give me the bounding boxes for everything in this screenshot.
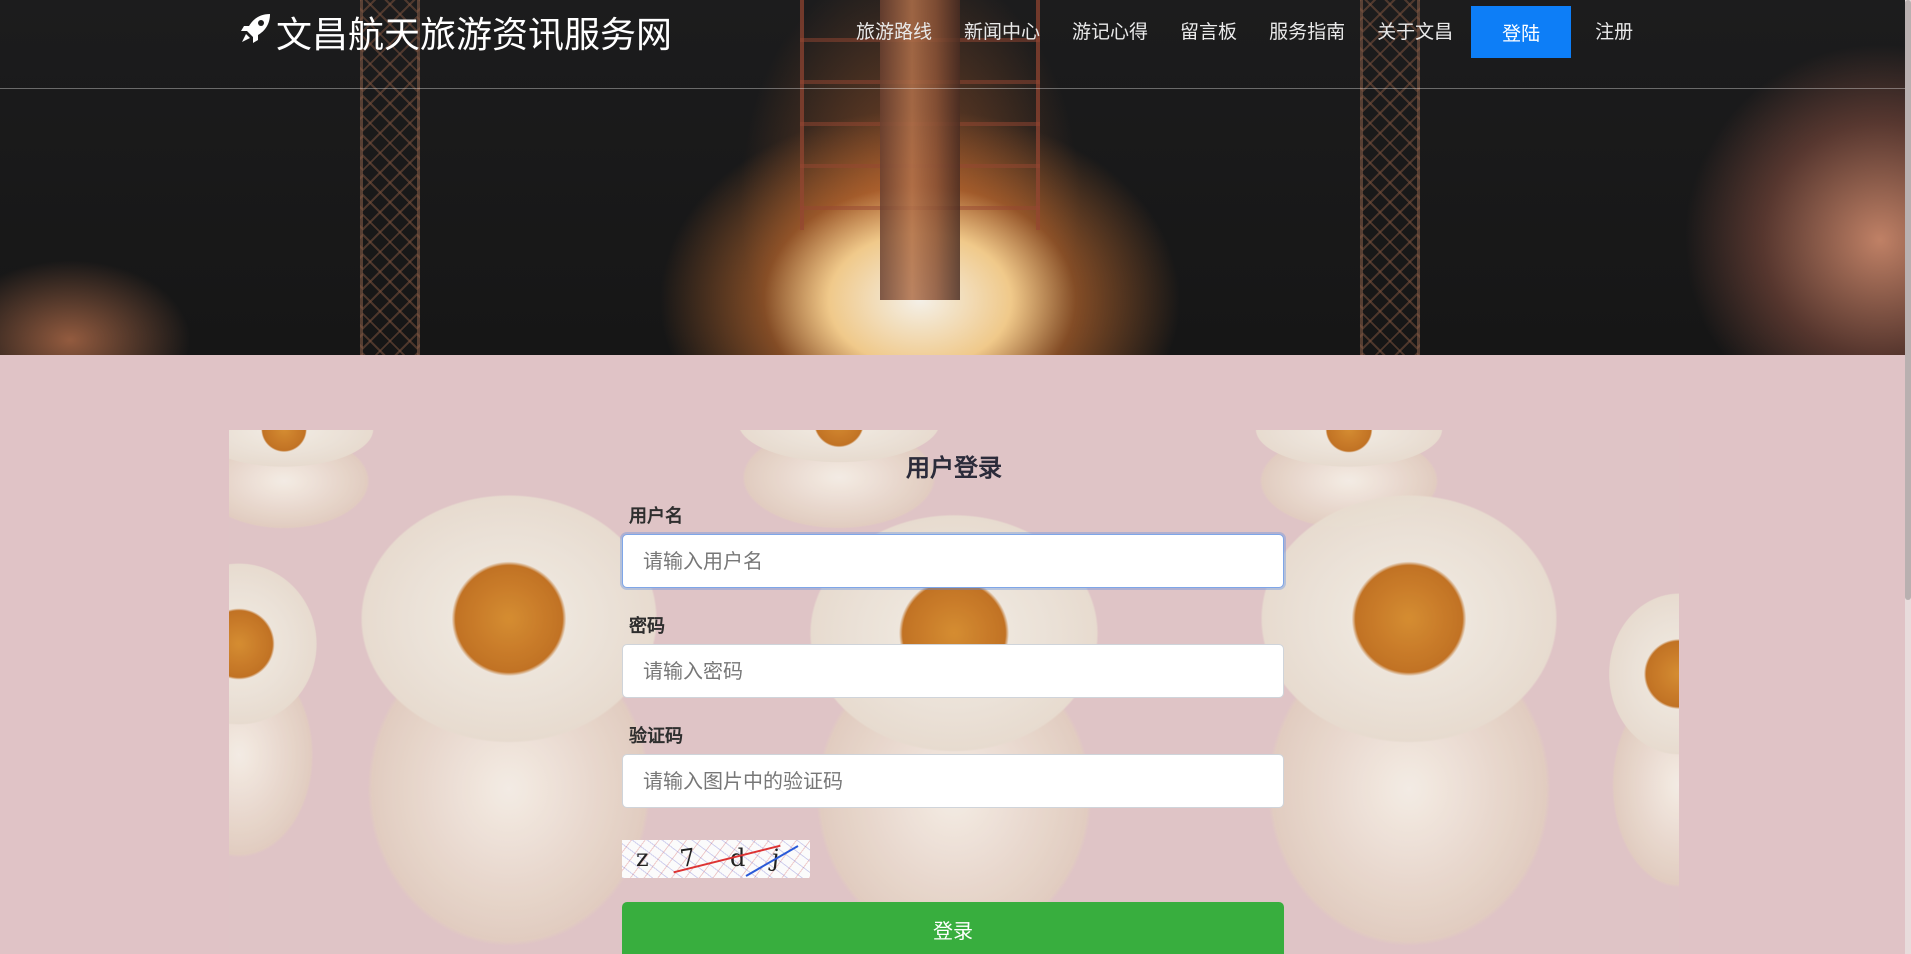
- login-title: 用户登录: [906, 454, 1002, 482]
- nav-item-message-board[interactable]: 留言板: [1164, 6, 1253, 58]
- astronaut-image: [229, 560, 339, 860]
- captcha-image[interactable]: z 7 d j: [622, 840, 810, 878]
- page-scrollbar[interactable]: [1905, 0, 1911, 954]
- username-label: 用户名: [629, 506, 683, 527]
- site-title: 文昌航天旅游资讯服务网: [276, 15, 673, 56]
- nav-login-button[interactable]: 登陆: [1471, 6, 1572, 58]
- login-submit-button[interactable]: 登录: [622, 902, 1284, 954]
- nav-item-about[interactable]: 关于文昌: [1361, 6, 1469, 58]
- captcha-label: 验证码: [629, 726, 683, 747]
- nav-item-service-guide[interactable]: 服务指南: [1253, 6, 1361, 58]
- hero-banner: 文昌航天旅游资讯服务网 旅游路线 新闻中心 游记心得 留言板 服务指南 关于文昌…: [0, 0, 1911, 355]
- rocket-icon: [240, 12, 272, 53]
- main-nav: 旅游路线 新闻中心 游记心得 留言板 服务指南 关于文昌 登陆 注册: [840, 6, 1649, 58]
- password-input[interactable]: [622, 644, 1284, 698]
- username-input[interactable]: [622, 534, 1284, 588]
- nav-item-routes[interactable]: 旅游路线: [840, 6, 948, 58]
- login-panel: 用户登录 用户名 密码 验证码 z 7 d j 登录: [229, 430, 1679, 954]
- header-divider: [0, 88, 1911, 89]
- nav-register-link[interactable]: 注册: [1579, 6, 1649, 58]
- captcha-input[interactable]: [622, 754, 1284, 808]
- astronaut-image: [1589, 590, 1679, 890]
- scrollbar-thumb[interactable]: [1905, 0, 1911, 600]
- captcha-char: z: [636, 844, 649, 872]
- password-label: 密码: [629, 616, 665, 637]
- site-brand[interactable]: 文昌航天旅游资讯服务网: [240, 10, 672, 56]
- nav-item-travelogues[interactable]: 游记心得: [1056, 6, 1164, 58]
- nav-item-news[interactable]: 新闻中心: [948, 6, 1056, 58]
